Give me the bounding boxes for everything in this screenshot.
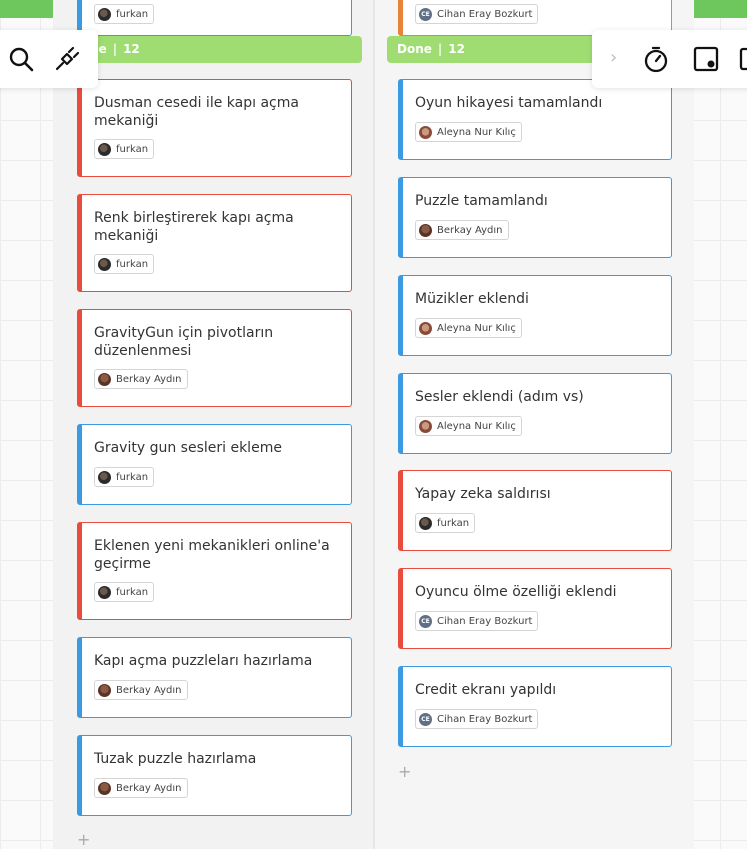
avatar bbox=[419, 223, 432, 237]
card-title: Renk birleştirerek kapı açma mekaniği bbox=[94, 210, 294, 244]
task-card[interactable]: Kapı açma puzzleları hazırlama Berkay Ay… bbox=[77, 637, 352, 718]
avatar bbox=[419, 125, 432, 139]
avatar bbox=[419, 321, 432, 335]
task-card[interactable]: Dusman cesedi ile kapı açma mekaniği fur… bbox=[77, 79, 352, 177]
card-title: Sesler eklendi (adım vs) bbox=[415, 389, 584, 405]
assignee-name: Berkay Aydın bbox=[116, 373, 182, 385]
card-title: Yapay zeka saldırısı bbox=[415, 486, 551, 502]
assignee-chip: Aleyna Nur Kılıç bbox=[415, 122, 522, 142]
task-card[interactable]: Yapay zeka saldırısı furkan bbox=[398, 470, 672, 551]
avatar: CE bbox=[419, 712, 432, 726]
right-toolbar: › bbox=[592, 30, 747, 88]
card-title: Tuzak puzzle hazırlama bbox=[94, 751, 257, 767]
assignee-chip: furkan bbox=[94, 139, 155, 159]
search-icon bbox=[9, 47, 34, 72]
column-header[interactable]: Done | 12 bbox=[387, 36, 607, 63]
avatar bbox=[98, 142, 111, 156]
task-card[interactable]: Puzzle tamamlandı Berkay Aydın bbox=[398, 177, 672, 258]
assignee-chip: CE Cihan Eray Bozkurt bbox=[415, 4, 539, 24]
assignee-chip: Aleyna Nur Kılıç bbox=[415, 416, 522, 436]
assignee-name: Aleyna Nur Kılıç bbox=[437, 322, 516, 334]
task-card[interactable]: Oyun hikayesi tamamlandı Aleyna Nur Kılı… bbox=[398, 79, 672, 160]
header-separator: | bbox=[112, 42, 118, 56]
avatar bbox=[98, 257, 111, 271]
assignee-chip: furkan bbox=[94, 4, 155, 24]
card-title: Gravity gun sesleri ekleme bbox=[94, 440, 282, 456]
assignee-name: furkan bbox=[116, 258, 149, 270]
assignee-chip: Berkay Aydın bbox=[94, 680, 188, 700]
plug-icon bbox=[55, 46, 80, 71]
card-title: Dusman cesedi ile kapı açma mekaniği bbox=[94, 95, 299, 129]
assignee-chip: Berkay Aydın bbox=[94, 778, 188, 798]
assignee-chip: Berkay Aydın bbox=[415, 220, 509, 240]
add-card-button[interactable]: + bbox=[398, 764, 411, 780]
assignee-chip: CE Cihan Eray Bozkurt bbox=[415, 611, 539, 631]
task-card[interactable]: Müzikler eklendi Aleyna Nur Kılıç bbox=[398, 275, 672, 356]
add-card-button[interactable]: + bbox=[77, 832, 90, 848]
search-button[interactable] bbox=[6, 44, 36, 74]
header-separator: | bbox=[437, 42, 443, 56]
assignee-chip: CE Cihan Eray Bozkurt bbox=[415, 709, 539, 729]
avatar bbox=[98, 683, 111, 697]
integrations-button[interactable] bbox=[52, 44, 82, 74]
assignee-name: Cihan Eray Bozkurt bbox=[437, 713, 533, 725]
card-title: Oyuncu ölme özelliği eklendi bbox=[415, 584, 617, 600]
assignee-chip: furkan bbox=[415, 513, 476, 533]
task-card[interactable]: Oyuncu ölme özelliği eklendi CE Cihan Er… bbox=[398, 568, 672, 649]
assignee-name: Cihan Eray Bozkurt bbox=[437, 615, 533, 627]
assignee-name: furkan bbox=[116, 586, 149, 598]
timer-icon bbox=[644, 46, 668, 73]
card-title: GravityGun için pivotların düzenlenmesi bbox=[94, 325, 274, 359]
assignee-name: Berkay Aydın bbox=[116, 782, 182, 794]
avatar: CE bbox=[419, 7, 432, 21]
assignee-name: furkan bbox=[116, 8, 149, 20]
assignee-chip: Berkay Aydın bbox=[94, 369, 188, 389]
partial-card[interactable]: furkan bbox=[77, 0, 352, 36]
avatar bbox=[419, 419, 432, 433]
avatar bbox=[98, 7, 111, 21]
card-title: Müzikler eklendi bbox=[415, 291, 529, 307]
card-title: Kapı açma puzzleları hazırlama bbox=[94, 653, 313, 669]
assignee-chip: furkan bbox=[94, 254, 155, 274]
avatar: CE bbox=[419, 614, 432, 628]
panel-button[interactable] bbox=[737, 44, 747, 74]
task-card[interactable]: Renk birleştirerek kapı açma mekaniği fu… bbox=[77, 194, 352, 292]
left-toolbar bbox=[0, 30, 98, 88]
card-title: Puzzle tamamlandı bbox=[415, 193, 548, 209]
card-title: Oyun hikayesi tamamlandı bbox=[415, 95, 603, 111]
assignee-name: Aleyna Nur Kılıç bbox=[437, 126, 516, 138]
task-card[interactable]: GravityGun için pivotların düzenlenmesi … bbox=[77, 309, 352, 407]
assignee-chip: Aleyna Nur Kılıç bbox=[415, 318, 522, 338]
column-count: 12 bbox=[448, 42, 465, 56]
column-count: 12 bbox=[123, 42, 140, 56]
assignee-name: Aleyna Nur Kılıç bbox=[437, 420, 516, 432]
avatar bbox=[98, 470, 111, 484]
avatar bbox=[98, 781, 111, 795]
task-card[interactable]: Eklenen yeni mekanikleri online'a geçirm… bbox=[77, 522, 352, 620]
column-name: Done bbox=[397, 42, 432, 56]
timer-button[interactable] bbox=[641, 44, 671, 74]
task-card[interactable]: Credit ekranı yapıldı CE Cihan Eray Bozk… bbox=[398, 666, 672, 747]
chevron-right-icon[interactable]: › bbox=[610, 47, 617, 68]
card-title: Credit ekranı yapıldı bbox=[415, 682, 557, 698]
sticky-note-button[interactable] bbox=[691, 44, 721, 74]
task-card[interactable]: Sesler eklendi (adım vs) Aleyna Nur Kılı… bbox=[398, 373, 672, 454]
panel-icon bbox=[739, 47, 747, 71]
avatar bbox=[98, 585, 111, 599]
task-card[interactable]: Tuzak puzzle hazırlama Berkay Aydın bbox=[77, 735, 352, 816]
assignee-name: furkan bbox=[437, 517, 470, 529]
assignee-name: Cihan Eray Bozkurt bbox=[437, 8, 533, 20]
assignee-name: furkan bbox=[116, 471, 149, 483]
card-title: Eklenen yeni mekanikleri online'a geçirm… bbox=[94, 538, 330, 572]
task-card[interactable]: Gravity gun sesleri ekleme furkan bbox=[77, 424, 352, 505]
assignee-name: Berkay Aydın bbox=[116, 684, 182, 696]
assignee-name: Berkay Aydın bbox=[437, 224, 503, 236]
assignee-name: furkan bbox=[116, 143, 149, 155]
column-header[interactable]: ne | 12 bbox=[80, 36, 362, 63]
assignee-chip: furkan bbox=[94, 467, 155, 487]
avatar bbox=[419, 516, 432, 530]
avatar bbox=[98, 372, 111, 386]
sticky-note-icon bbox=[693, 46, 719, 72]
assignee-chip: furkan bbox=[94, 582, 155, 602]
